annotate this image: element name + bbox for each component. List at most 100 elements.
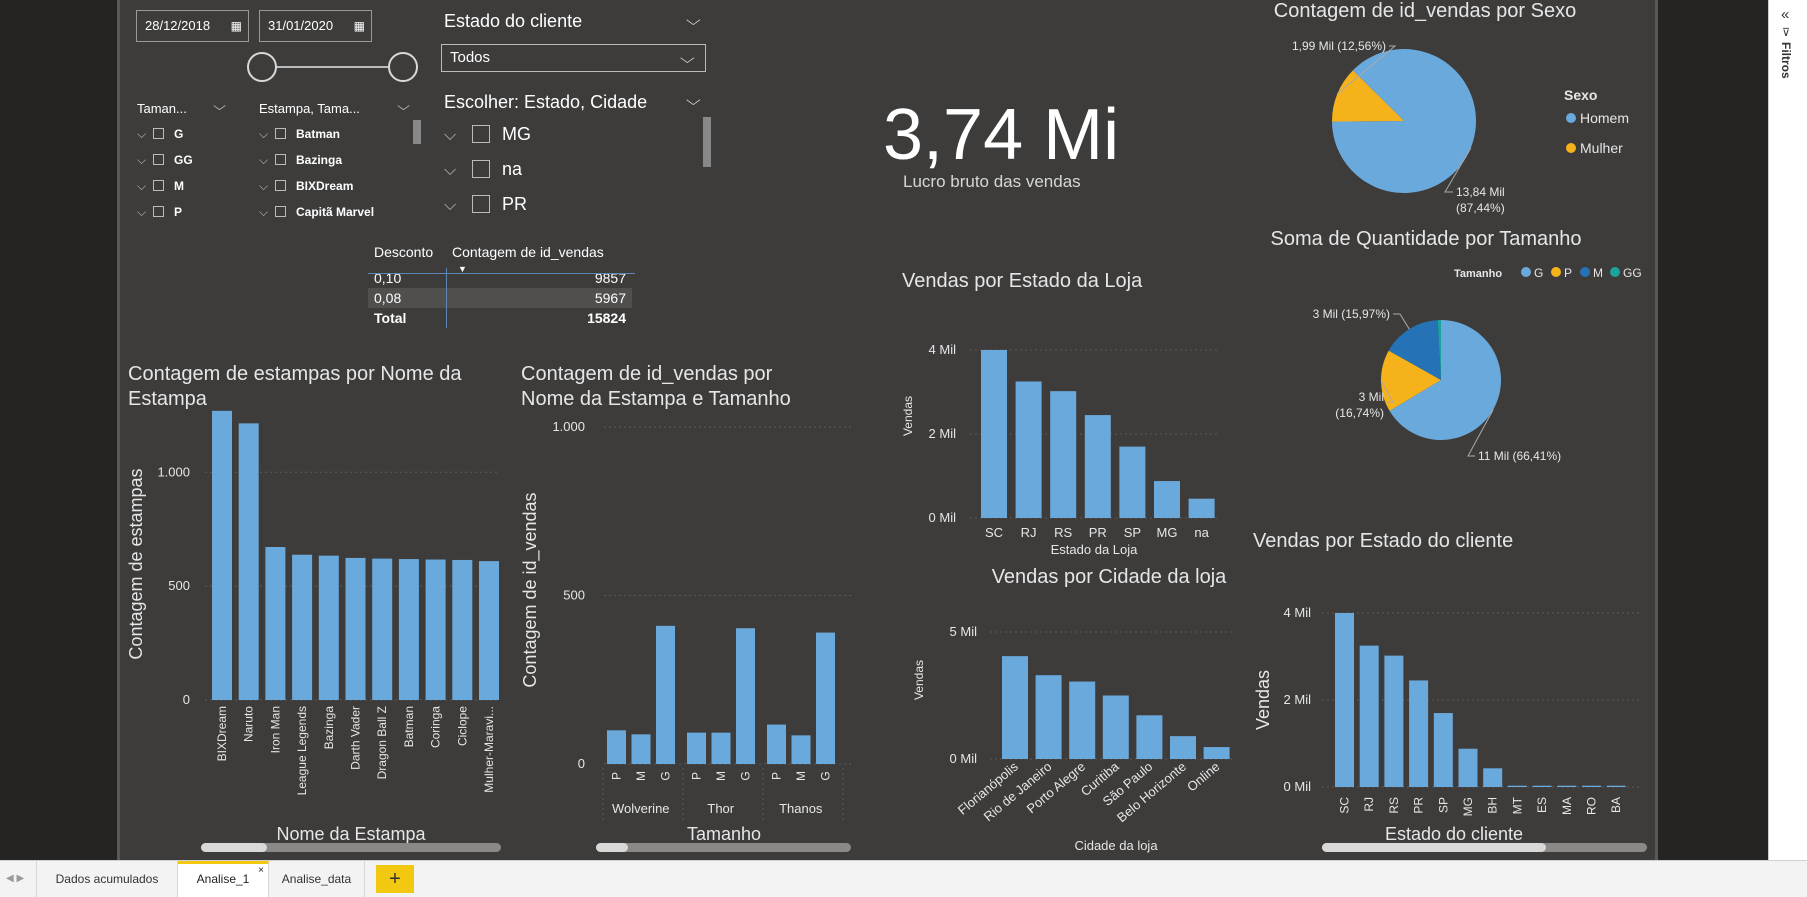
x-tick-label: MG	[1461, 797, 1475, 816]
legend-dot-homem	[1566, 113, 1576, 123]
x-tick-label: G	[819, 771, 833, 780]
y-tick-label: 1.000	[157, 464, 190, 479]
bar-wolverine-g	[656, 625, 675, 764]
x-tick-label: RJ	[1362, 797, 1376, 812]
bar-rj	[1015, 381, 1042, 518]
x-tick-label: BA	[1609, 797, 1623, 813]
bar-pr	[1409, 680, 1429, 787]
bar-s-o-paulo	[1136, 715, 1163, 759]
bar-sc	[981, 350, 1007, 518]
legend-dot-g	[1521, 267, 1531, 277]
x-axis-title: Estado da Loja	[1051, 542, 1139, 557]
bar-ciclope	[452, 559, 473, 700]
x-tick-label: SP	[1124, 525, 1141, 540]
scrollbar-thumb[interactable]	[1322, 843, 1546, 852]
legend-dot-p	[1551, 267, 1561, 277]
collapse-chevron-icon[interactable]: «	[1781, 6, 1789, 23]
chart-title: Nome da Estampa e Tamanho	[521, 388, 791, 410]
bar-naruto	[238, 423, 259, 700]
x-axis-title: Estado do cliente	[1385, 824, 1523, 844]
tab-analise-1[interactable]: Analise_1 ×	[178, 861, 269, 897]
estampas-chart-scrollbar[interactable]	[201, 843, 501, 852]
bar-ba	[1606, 785, 1626, 787]
x-axis-title: Cidade da loja	[1074, 838, 1158, 853]
legend-label: Mulher	[1580, 140, 1623, 156]
x-tick-label: RS	[1054, 525, 1072, 540]
add-page-button[interactable]: +	[376, 865, 414, 893]
scrollbar-thumb[interactable]	[596, 843, 628, 852]
x-tick-label: BH	[1486, 797, 1500, 814]
x-group-label: Wolverine	[612, 801, 670, 816]
x-tick-label: MT	[1510, 796, 1524, 814]
pie-legend-title: Tamanho	[1454, 268, 1502, 280]
x-tick-label: SP	[1436, 797, 1450, 813]
pie-data-label: (16,74%)	[1335, 406, 1384, 420]
x-tick-label: MG	[1157, 525, 1178, 540]
chart-title: Contagem de id_vendas por Sexo	[1274, 0, 1576, 22]
tab-dados-acumulados[interactable]: Dados acumulados	[36, 861, 178, 897]
leader-line	[1393, 313, 1410, 330]
chart-title: Vendas por Estado do cliente	[1253, 530, 1513, 552]
y-tick-label: 0 Mil	[1284, 779, 1312, 794]
pie-data-label: 11 Mil (66,41%)	[1478, 449, 1561, 463]
x-tick-label: P	[770, 772, 784, 780]
bar-es	[1532, 785, 1552, 787]
x-tick-label: RO	[1585, 797, 1599, 815]
y-axis-title: Contagem de estampas	[126, 468, 146, 659]
bar-online	[1203, 747, 1230, 759]
y-tick-label: 4 Mil	[1284, 605, 1312, 620]
x-tick-label: PR	[1412, 797, 1426, 814]
x-tick-label: Online	[1184, 759, 1222, 795]
x-tick-label: RJ	[1021, 525, 1037, 540]
pie-legend-title: Sexo	[1564, 87, 1597, 103]
legend-label: G	[1534, 266, 1543, 280]
bar-thanos-p	[767, 724, 786, 764]
y-tick-label: 500	[168, 578, 190, 593]
bar-florian-polis	[1002, 656, 1028, 759]
bar-belo-horizonte	[1170, 736, 1196, 759]
filters-pane[interactable]: « ⊽ Filtros	[1768, 0, 1807, 860]
bar-iron-man	[265, 546, 286, 700]
bar-sp	[1119, 446, 1146, 518]
y-axis-title: Contagem de id_vendas	[520, 492, 541, 687]
bar-mt	[1507, 785, 1527, 787]
bar-darth-vader	[345, 557, 366, 700]
chart-title: Vendas por Cidade da loja	[992, 566, 1227, 588]
bar-ma	[1557, 785, 1577, 787]
estado-cliente-chart-scrollbar[interactable]	[1322, 843, 1647, 852]
legend-label: Homem	[1580, 110, 1629, 126]
y-tick-label: 0 Mil	[950, 751, 978, 766]
x-axis-title: Tamanho	[687, 824, 761, 844]
chart-title: Contagem de estampas por Nome da	[128, 363, 462, 385]
x-tick-label: MA	[1560, 797, 1574, 815]
x-tick-label: League Legends	[295, 706, 309, 795]
bar-dragon-ball-z	[372, 558, 393, 700]
page-tab-bar: ◀ ▶ Dados acumulados Analise_1 × Analise_…	[0, 860, 1807, 897]
y-tick-label: 2 Mil	[1284, 692, 1312, 707]
y-tick-label: 2 Mil	[929, 426, 957, 441]
x-tick-label: Mulher-Maravi...	[482, 706, 496, 793]
bar-coringa	[425, 559, 446, 700]
chart-title: Soma de Quantidade por Tamanho	[1271, 228, 1582, 250]
pie-data-label: 1,99 Mil (12,56%)	[1292, 39, 1386, 53]
x-tick-label: Bazinga	[322, 706, 336, 750]
bar-porto-alegre	[1069, 681, 1096, 759]
x-tick-label: Naruto	[242, 706, 256, 742]
bar-pr	[1084, 415, 1111, 518]
close-icon[interactable]: ×	[258, 856, 264, 886]
x-tick-label: BIXDream	[215, 706, 229, 761]
y-tick-label: 5 Mil	[950, 624, 978, 639]
tab-nav-arrows-icon[interactable]: ◀ ▶	[6, 861, 24, 897]
tab-label: Dados acumulados	[55, 872, 159, 886]
x-tick-label: RS	[1387, 797, 1401, 814]
legend-label: GG	[1623, 266, 1642, 280]
charts-layer: 0 500 1.000 Contagem de estampas por Nome d…	[126, 0, 1642, 853]
x-tick-label: Dragon Ball Z	[375, 706, 389, 779]
x-tick-label: PR	[1089, 525, 1107, 540]
y-tick-label: 500	[563, 588, 585, 603]
tab-analise-data[interactable]: Analise_data	[269, 861, 365, 897]
estampa-tamanho-chart-scrollbar[interactable]	[596, 843, 851, 852]
scrollbar-thumb[interactable]	[201, 843, 267, 852]
bar-bazinga	[318, 555, 339, 700]
legend-dot-m	[1580, 267, 1590, 277]
